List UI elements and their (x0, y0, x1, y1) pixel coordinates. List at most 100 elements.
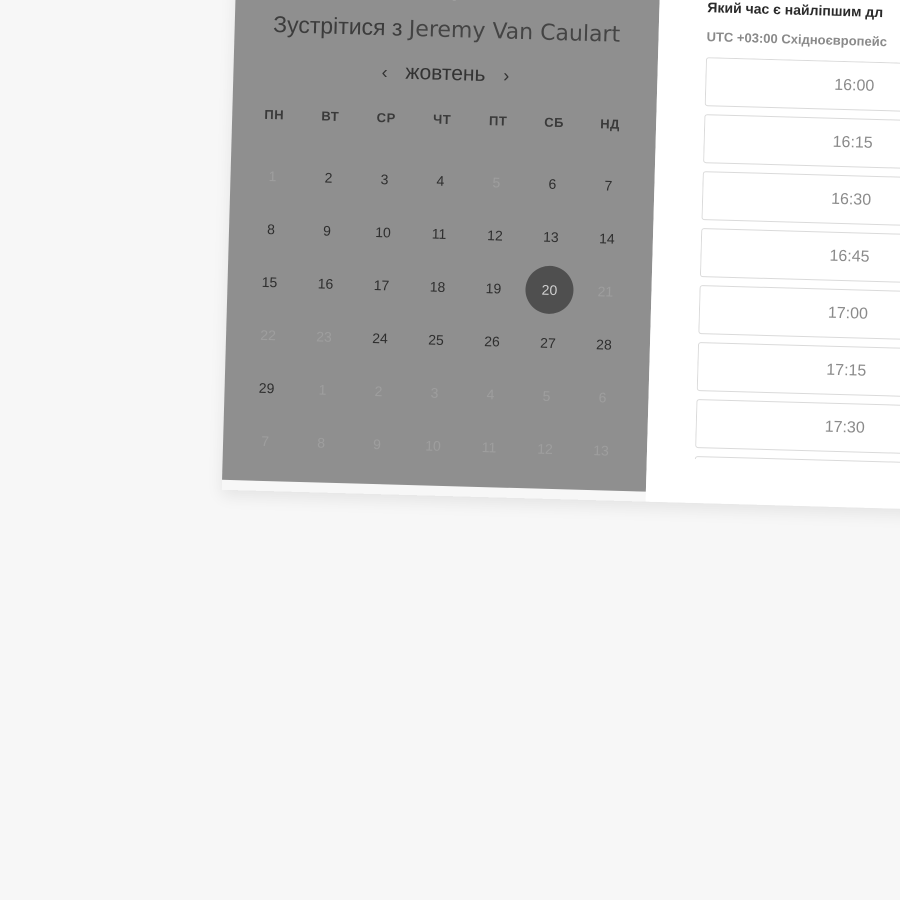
calendar-day[interactable]: 4 (412, 153, 469, 208)
calendar-day-selected[interactable]: 20 (521, 262, 578, 317)
day-number: 13 (542, 228, 559, 245)
weekday-label: ПН (264, 106, 285, 123)
page-title: Зустрітися з Jeremy Van Caulart (234, 10, 659, 49)
calendar-grid: 1 2 3 4 5 6 7 8 9 10 11 12 13 14 15 16 17 18 19 20 21 22 23 24 2… (236, 148, 645, 477)
calendar-day[interactable]: 27 (519, 315, 576, 370)
calendar-day[interactable]: 3 (356, 151, 413, 206)
day-number: 15 (261, 273, 278, 290)
timeslot-button[interactable]: 17:00 (698, 285, 900, 346)
month-navigator: ‹ жовтень › (233, 56, 658, 92)
day-number: 26 (484, 332, 501, 350)
timeslot-button[interactable]: 16:15 (703, 114, 900, 175)
calendar-day[interactable]: 17 (353, 257, 410, 312)
calendar-day[interactable]: 6 (524, 156, 581, 211)
day-number: 8 (266, 220, 276, 237)
day-number: 21 (597, 282, 614, 300)
timezone-label[interactable]: UTC +03:00 Східноєвропейс (706, 29, 887, 49)
weekday-label: СР (376, 109, 396, 126)
calendar-day: 5 (518, 368, 575, 423)
calendar-day[interactable]: 13 (522, 209, 579, 264)
day-number: 8 (317, 433, 326, 451)
timeslot-button[interactable]: 16:45 (699, 228, 900, 289)
calendar-day[interactable]: 29 (238, 360, 295, 415)
timeslot-button[interactable]: 16:00 (704, 57, 900, 118)
timeslot-label: 16:45 (829, 247, 870, 266)
calendar-panel: Зустрітися з Jeremy Van Caulart ‹ жовтен… (222, 0, 660, 492)
day-number: 27 (539, 334, 557, 351)
calendar-day[interactable]: 16 (297, 256, 354, 311)
calendar-day[interactable]: 24 (351, 310, 408, 365)
calendar-day[interactable]: 25 (407, 312, 464, 367)
calendar-day: 12 (516, 421, 573, 476)
calendar-day: 1 (244, 148, 301, 203)
day-number: 29 (258, 379, 275, 396)
day-number: 4 (436, 172, 445, 189)
timeslot-label: 16:00 (834, 76, 875, 95)
timeslot-button[interactable]: 17:15 (696, 342, 900, 403)
day-number: 9 (322, 222, 332, 239)
timeslot-button[interactable] (694, 455, 900, 471)
day-number: 9 (372, 435, 382, 452)
timeslot-label: 16:30 (830, 190, 872, 209)
calendar-day[interactable]: 18 (409, 259, 466, 314)
day-number: 11 (431, 225, 447, 242)
timeslot-panel: Який час є найліпшим дл UTC +03:00 Східн… (645, 0, 900, 515)
day-number: 11 (481, 438, 497, 455)
calendar-day: 6 (574, 370, 631, 425)
day-number: 1 (318, 380, 327, 398)
calendar-day: 21 (577, 264, 634, 319)
calendar-day: 13 (572, 423, 629, 478)
day-number: 10 (375, 223, 392, 240)
month-label: жовтень (405, 60, 486, 86)
calendar-day: 8 (292, 415, 349, 470)
calendar-day[interactable]: 19 (465, 261, 522, 316)
weekday-label: ЧТ (432, 111, 452, 128)
calendar-day[interactable]: 12 (466, 208, 523, 263)
weekday-label: ПТ (488, 113, 508, 129)
day-number: 18 (429, 278, 446, 295)
timeslot-label: 16:15 (832, 133, 873, 152)
calendar-day[interactable]: 9 (298, 203, 355, 258)
scheduler-card: Зустрітися з Jeremy Van Caulart ‹ жовтен… (222, 0, 900, 515)
day-number: 24 (372, 329, 389, 346)
day-number: 1 (268, 167, 277, 184)
day-number: 12 (537, 440, 554, 457)
calendar-day: 5 (468, 155, 525, 210)
meet-prefix: Зустрітися з (272, 11, 403, 41)
calendar-day[interactable]: 26 (463, 314, 520, 369)
day-number: 4 (486, 385, 495, 402)
day-number: 7 (604, 176, 613, 194)
calendar-day: 23 (295, 309, 352, 364)
host-name: Jeremy Van Caulart (408, 16, 621, 48)
timeslot-button[interactable]: 17:30 (695, 399, 900, 460)
calendar-day[interactable]: 10 (354, 204, 411, 259)
day-number: 5 (542, 387, 551, 404)
weekday-label: СБ (544, 114, 565, 131)
day-number: 17 (373, 276, 390, 293)
day-number: 28 (595, 335, 612, 353)
calendar-day: 1 (294, 362, 351, 417)
day-number: 5 (492, 173, 501, 190)
timeslot-button[interactable]: 16:30 (701, 171, 900, 232)
calendar-day[interactable]: 28 (575, 317, 632, 372)
weekday-header: ПН ВТ СР ЧТ ПТ СБ НД (246, 106, 646, 132)
calendar-day[interactable]: 14 (578, 211, 635, 266)
weekday-label: НД (600, 116, 621, 132)
calendar-day[interactable]: 7 (580, 158, 637, 213)
chevron-right-icon[interactable]: › (491, 65, 522, 87)
calendar-day[interactable]: 15 (241, 254, 298, 309)
timeslot-label: 17:15 (826, 361, 867, 380)
day-number: 7 (261, 432, 270, 449)
timeslot-label: 17:00 (827, 304, 869, 323)
calendar-day[interactable]: 2 (300, 150, 357, 205)
day-number: 14 (598, 229, 615, 247)
day-number: 25 (428, 331, 445, 348)
day-number: 10 (425, 436, 442, 454)
calendar-day: 9 (348, 416, 405, 471)
day-number: 3 (380, 170, 389, 187)
timeslot-question: Який час є найліпшим дл (707, 0, 884, 21)
chevron-left-icon[interactable]: ‹ (369, 62, 400, 84)
day-number: 22 (260, 326, 277, 343)
calendar-day[interactable]: 8 (242, 201, 299, 256)
calendar-day[interactable]: 11 (410, 206, 467, 261)
